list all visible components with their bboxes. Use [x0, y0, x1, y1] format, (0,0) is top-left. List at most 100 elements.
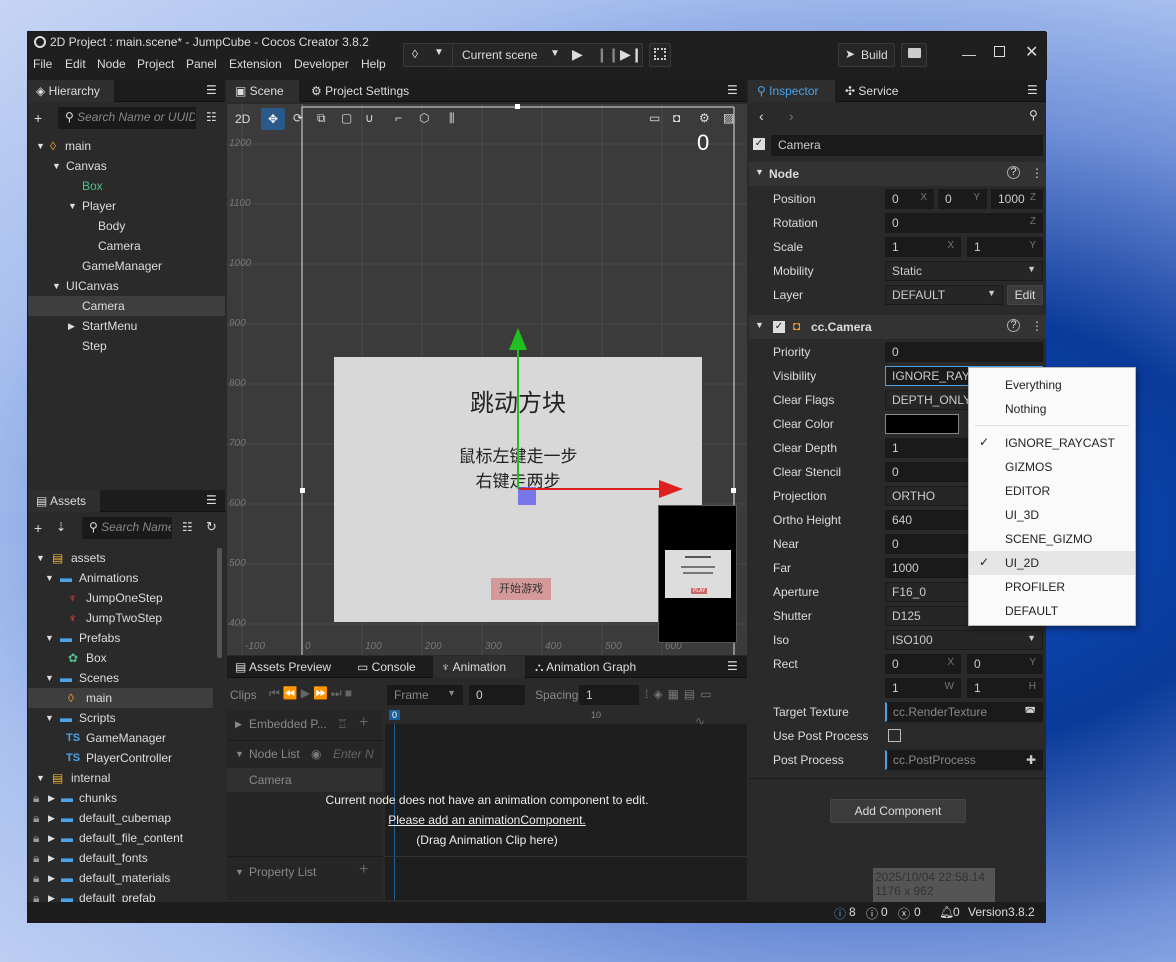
- asset-item-jumptwostep[interactable]: ♆ JumpTwoStep: [28, 608, 218, 628]
- tab-project-settings[interactable]: ⚙ Project Settings: [303, 80, 423, 102]
- rect-h-input[interactable]: 1H: [967, 678, 1043, 698]
- tree-item-canvas[interactable]: ▼ Canvas: [28, 156, 225, 176]
- tree-item-step[interactable]: Step: [28, 336, 225, 356]
- camera-icon[interactable]: ◘: [673, 111, 680, 125]
- frame-input[interactable]: 0: [469, 685, 525, 705]
- screen-icon[interactable]: ▭: [649, 111, 660, 125]
- dropdown-item-profiler[interactable]: PROFILER: [969, 575, 1135, 599]
- eye-icon[interactable]: ◉: [311, 747, 321, 761]
- bell-icon[interactable]: 🔔︎: [939, 905, 954, 919]
- asset-item-default-fonts[interactable]: 🔒︎ ▶ ▬ default_fonts: [28, 848, 218, 868]
- menu-icon[interactable]: ☰: [206, 493, 217, 507]
- qr-code-icon[interactable]: [649, 43, 671, 67]
- tab-animation-graph[interactable]: ⛬ Animation Graph: [527, 656, 649, 678]
- target-texture-field[interactable]: cc.RenderTexture ◚: [885, 702, 1043, 722]
- dropdown-item-editor[interactable]: EDITOR: [969, 479, 1135, 503]
- iso-select[interactable]: ISO100 ▼: [885, 630, 1043, 650]
- dropdown-item-nothing[interactable]: Nothing: [969, 397, 1135, 421]
- asset-item-jumponestep[interactable]: ♆ JumpOneStep: [28, 588, 218, 608]
- asset-item-default-file-content[interactable]: 🔒︎ ▶ ▬ default_file_content: [28, 828, 218, 848]
- minimize-icon[interactable]: —: [962, 46, 976, 62]
- asset-item-main[interactable]: ◊ main: [28, 688, 213, 708]
- assets-scrollbar[interactable]: [217, 548, 222, 658]
- y-axis-handle[interactable]: [517, 349, 519, 489]
- scale-tool-icon[interactable]: ⧉: [317, 111, 326, 126]
- align-icon[interactable]: ⫼: [449, 111, 455, 126]
- tab-assets-preview[interactable]: ▤ Assets Preview: [227, 656, 345, 678]
- asset-item-box[interactable]: ✿ Box: [28, 648, 218, 668]
- playback-controls-icon[interactable]: ⏮⏪▶⏩⏭■: [269, 686, 355, 701]
- menu-extension[interactable]: Extension: [229, 57, 282, 71]
- y-axis-arrow-icon[interactable]: [509, 328, 527, 350]
- camera-section-header[interactable]: ▼ ✓ ◘ cc.Camera ? ⋮: [749, 315, 1046, 339]
- keyframe-tools-icon[interactable]: ⁞◈▦▤▭: [645, 687, 717, 701]
- asset-item-default-prefab[interactable]: 🔒︎ ▶ ▬ default_prefab: [28, 888, 218, 902]
- tree-item-gamemanager[interactable]: GameManager: [28, 256, 225, 276]
- asset-item-gamemanager[interactable]: TS GameManager: [28, 728, 218, 748]
- asset-item-assets[interactable]: ▼ ▤ assets: [28, 548, 218, 568]
- error-icon[interactable]: ⓧ: [898, 905, 910, 922]
- step-icon[interactable]: ▶❙: [620, 46, 643, 63]
- node-active-checkbox[interactable]: ✓: [753, 138, 765, 150]
- refresh-icon[interactable]: ↻: [206, 519, 217, 535]
- magnet-icon[interactable]: ∪: [365, 111, 374, 125]
- play-icon[interactable]: ▶: [572, 46, 583, 63]
- asset-item-animations[interactable]: ▼ ▬ Animations: [28, 568, 218, 588]
- folder-open-button[interactable]: [901, 43, 927, 67]
- tab-scene[interactable]: ▣ Scene: [227, 80, 299, 102]
- asset-item-playercontroller[interactable]: TS PlayerController: [28, 748, 218, 768]
- cube-icon[interactable]: ⬡: [419, 111, 429, 125]
- build-button[interactable]: ➤ Build: [838, 43, 895, 67]
- node-name-input[interactable]: Camera: [771, 135, 1043, 156]
- asset-item-chunks[interactable]: 🔒︎ ▶ ▬ chunks: [28, 788, 218, 808]
- list-view-icon[interactable]: ☷: [206, 110, 217, 124]
- layer-select[interactable]: DEFAULT ▼: [885, 285, 1003, 305]
- rect-y-input[interactable]: 0Y: [967, 654, 1043, 674]
- rect-w-input[interactable]: 1W: [885, 678, 961, 698]
- layer-edit-button[interactable]: Edit: [1007, 285, 1043, 305]
- more-icon[interactable]: ⋮: [1031, 166, 1043, 180]
- scale-x-input[interactable]: 1X: [885, 237, 961, 257]
- node-filter-input[interactable]: Enter N: [333, 747, 374, 761]
- node-list-item[interactable]: Camera: [227, 768, 383, 792]
- scene-viewport[interactable]: 2D ✥ ⟳ ⧉ ▢ ∪ ⌐ ⬡ ⫼ ▭ ◘ ⚙ ▨ 0 1200 1100 1…: [227, 104, 747, 655]
- add-icon[interactable]: +: [359, 714, 368, 732]
- forward-icon[interactable]: ›: [789, 108, 794, 124]
- menu-icon[interactable]: ☰: [206, 83, 217, 97]
- back-icon[interactable]: ‹: [759, 108, 764, 124]
- node-section-header[interactable]: ▼ Node ? ⋮: [749, 162, 1046, 186]
- tree-item-body[interactable]: Body: [28, 216, 225, 236]
- flame-icon[interactable]: ◊: [412, 47, 418, 61]
- warning-icon[interactable]: ⓘ: [866, 905, 878, 922]
- mode-2d-toggle[interactable]: 2D: [235, 112, 250, 126]
- menu-help[interactable]: Help: [361, 57, 386, 71]
- menu-icon[interactable]: ☰: [727, 83, 738, 97]
- tab-inspector[interactable]: ⚲ Inspector: [749, 80, 835, 102]
- tab-service[interactable]: ✣ Service: [837, 80, 919, 102]
- tab-hierarchy[interactable]: ◈ Hierarchy: [28, 80, 114, 102]
- menu-icon[interactable]: ☰: [727, 659, 738, 673]
- help-icon[interactable]: ?: [1007, 166, 1020, 179]
- position-y-input[interactable]: 0Y: [938, 189, 987, 209]
- menu-file[interactable]: File: [33, 57, 52, 71]
- camera-enabled-checkbox[interactable]: ✓: [773, 321, 785, 333]
- tab-animation[interactable]: ♆ Animation: [433, 656, 525, 678]
- image-icon[interactable]: ▨: [723, 111, 734, 125]
- add-icon[interactable]: +: [34, 520, 42, 536]
- asset-item-scripts[interactable]: ▼ ▬ Scripts: [28, 708, 218, 728]
- help-icon[interactable]: ?: [1007, 319, 1020, 332]
- dropdown-item-everything[interactable]: Everything: [969, 373, 1135, 397]
- clear-color-swatch[interactable]: [885, 414, 959, 434]
- position-z-input[interactable]: 1000 Z: [991, 189, 1043, 209]
- player-icon[interactable]: ♖: [337, 717, 348, 731]
- x-axis-arrow-icon[interactable]: [659, 480, 683, 498]
- sort-icon[interactable]: ⇣: [56, 520, 66, 534]
- x-axis-handle[interactable]: [519, 488, 659, 490]
- position-x-input[interactable]: 0X: [885, 189, 934, 209]
- mobility-select[interactable]: Static ▼: [885, 261, 1043, 281]
- dropdown-item-default[interactable]: DEFAULT: [969, 599, 1135, 623]
- menu-panel[interactable]: Panel: [186, 57, 217, 71]
- menu-developer[interactable]: Developer: [294, 57, 349, 71]
- hierarchy-search-input[interactable]: ⚲ Search Name or UUID: [58, 107, 196, 129]
- tree-item-startmenu[interactable]: ▶ StartMenu: [28, 316, 225, 336]
